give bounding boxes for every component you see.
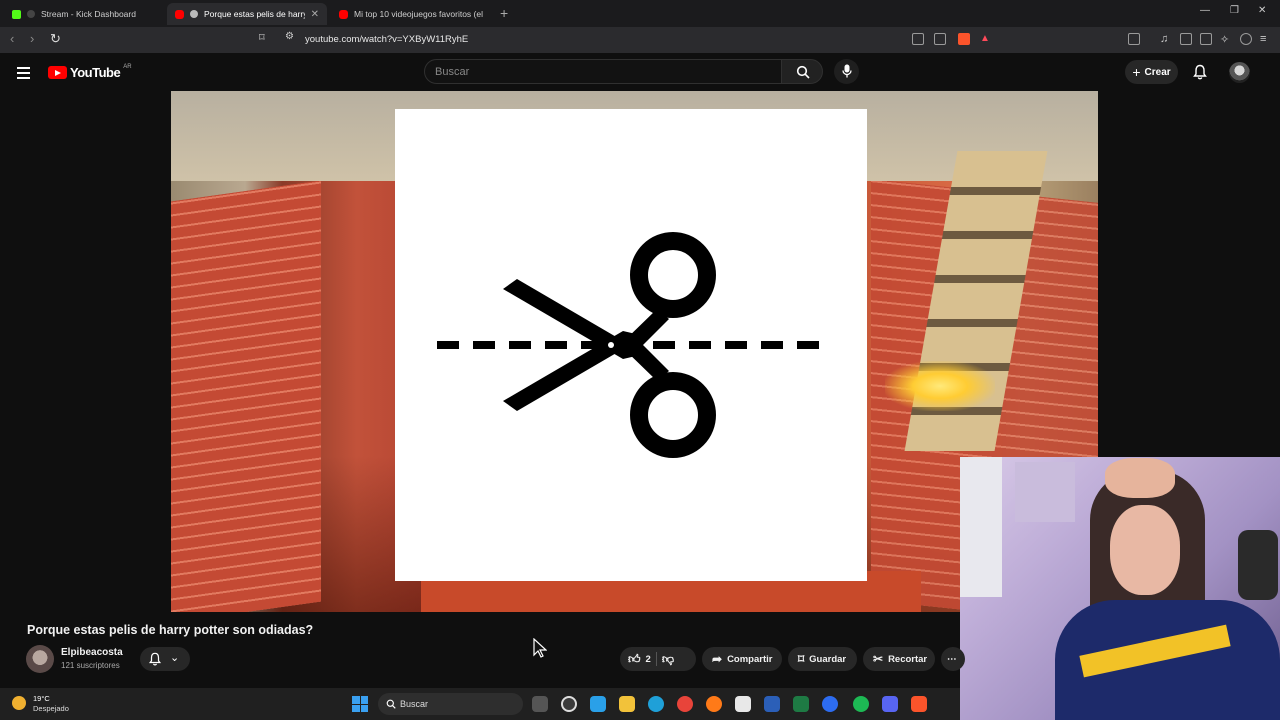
temperature: 19°C [33, 694, 50, 703]
forward-icon[interactable]: › [30, 31, 34, 46]
sidebar-icon[interactable] [1128, 33, 1140, 45]
wallet-icon[interactable] [1200, 33, 1212, 45]
menu-icon[interactable]: ≡ [1260, 33, 1272, 45]
file-explorer-icon[interactable] [619, 696, 635, 712]
create-button[interactable]: + Crear [1125, 60, 1178, 84]
clip-button[interactable]: ✂ Recortar [863, 647, 935, 671]
guide-menu-icon[interactable] [17, 67, 30, 82]
task-view-icon[interactable] [532, 696, 548, 712]
discord-icon[interactable] [882, 696, 898, 712]
spotify-icon[interactable] [853, 696, 869, 712]
taskbar-search[interactable]: Buscar [378, 693, 523, 715]
bell-icon [148, 652, 162, 666]
tab-title: Mi top 10 videojuegos favoritos (el ti [354, 9, 483, 19]
save-button[interactable]: ⌑ Guardar [788, 647, 857, 671]
reload-icon[interactable]: ↻ [50, 31, 61, 47]
scissors-cut-line-icon [437, 232, 825, 458]
cast-icon[interactable] [912, 33, 924, 45]
browser-tab-bar: Stream - Kick Dashboard Porque estas pel… [0, 0, 1280, 27]
media-icon[interactable]: ♫ [1160, 33, 1172, 45]
more-horizontal-icon: ⋯ [947, 653, 957, 665]
share-page-icon[interactable] [934, 33, 946, 45]
tab-youtube-harry-potter[interactable]: Porque estas pelis de harry p ✕ [167, 3, 327, 25]
like-divider [655, 652, 657, 666]
bookmark-icon: ⌑ [798, 652, 805, 666]
restore-icon[interactable]: ❐ [1230, 5, 1239, 16]
reading-list-icon[interactable] [1180, 33, 1192, 45]
copilot-icon[interactable] [590, 696, 606, 712]
like-button[interactable]: 👍︎ 2 [628, 652, 651, 667]
url-field[interactable]: youtube.com/watch?v=YXByW11RyhE [305, 34, 468, 45]
bookmark-icon[interactable]: ⌑ [259, 31, 265, 44]
tab-youtube-top10[interactable]: Mi top 10 videojuegos favoritos (el ti [331, 3, 491, 25]
youtube-icon [175, 9, 184, 19]
wall-poster [960, 457, 1002, 597]
channel-avatar[interactable] [26, 645, 54, 673]
word-icon[interactable] [764, 696, 780, 712]
mouse-cursor-icon [533, 638, 547, 658]
thumbs-up-icon: 👍︎ [628, 651, 641, 666]
close-tab-icon[interactable]: ✕ [311, 9, 319, 20]
chevron-down-icon: ⌄ [170, 652, 180, 664]
user-avatar[interactable] [1229, 62, 1250, 83]
search-input[interactable]: Buscar [424, 59, 782, 84]
tab-title: Stream - Kick Dashboard [41, 9, 136, 19]
excel-icon[interactable] [793, 696, 809, 712]
search-icon [796, 65, 810, 79]
tab-title: Porque estas pelis de harry p [204, 9, 305, 19]
weather-condition: Despejado [33, 704, 69, 713]
youtube-play-icon [48, 66, 67, 79]
video-title: Porque estas pelis de harry potter son o… [27, 623, 314, 637]
vpn-icon[interactable] [1240, 33, 1252, 45]
site-info-icon[interactable]: ⚙ [285, 31, 294, 42]
voice-search-button[interactable] [834, 59, 859, 84]
weather-moon-icon[interactable] [12, 696, 26, 710]
leo-ai-icon[interactable]: ✧ [1220, 33, 1232, 46]
brave-rewards-icon[interactable]: ▲ [980, 33, 992, 45]
settings-gear-icon[interactable] [561, 696, 577, 712]
brave-icon[interactable] [911, 696, 927, 712]
zoom-icon[interactable] [822, 696, 838, 712]
close-window-icon[interactable]: ✕ [1258, 5, 1266, 16]
windows-start-icon[interactable] [352, 696, 368, 712]
search-button[interactable] [781, 59, 823, 84]
subscription-notifications-button[interactable]: ⌄ [140, 647, 190, 671]
thumbs-down-icon: 👎︎ [661, 651, 675, 666]
streamer-hand [1105, 458, 1175, 498]
new-tab-icon[interactable]: + [500, 5, 508, 21]
windows-taskbar: 19°C Despejado Buscar [0, 688, 960, 720]
microsoft-store-icon[interactable] [735, 696, 751, 712]
minecraft-torch-glow [885, 361, 995, 411]
plus-icon: + [1132, 64, 1141, 80]
headset [1238, 530, 1278, 600]
microphone-icon [842, 64, 852, 78]
scissors-icon: ✂ [873, 652, 884, 666]
minimize-icon[interactable]: — [1200, 5, 1210, 16]
like-dislike-group: 👍︎ 2 👎︎ [620, 647, 696, 671]
youtube-header: YouTube AR Buscar + Crear [0, 53, 1280, 91]
share-button[interactable]: ➦ Compartir [702, 647, 782, 671]
edge-icon[interactable] [648, 696, 664, 712]
youtube-logo[interactable]: YouTube AR [48, 64, 132, 80]
tab-kick-dashboard[interactable]: Stream - Kick Dashboard [4, 3, 166, 25]
kick-icon [12, 9, 21, 19]
firefox-icon[interactable] [706, 696, 722, 712]
streamer-face [1110, 505, 1180, 595]
subscriber-count: 121 suscriptores [61, 661, 120, 670]
wall-decoration [1015, 462, 1075, 522]
back-icon[interactable]: ‹ [10, 31, 14, 46]
dislike-button[interactable]: 👎︎ [662, 652, 674, 667]
share-arrow-icon: ➦ [712, 652, 723, 666]
notifications-bell-icon[interactable] [1192, 64, 1208, 80]
channel-name[interactable]: Elpibeacosta [61, 647, 123, 658]
youtube-icon [339, 9, 348, 19]
search-icon [386, 699, 396, 709]
more-actions-button[interactable]: ⋯ [941, 647, 965, 671]
audio-playing-icon [190, 10, 198, 18]
broadcast-icon [27, 10, 35, 18]
minecraft-brick-wall-left [171, 180, 321, 612]
address-bar: ‹ › ↻ ⌑ ⚙ youtube.com/watch?v=YXByW11Ryh… [0, 27, 1280, 53]
brave-shield-icon[interactable] [958, 33, 970, 45]
chrome-icon[interactable] [677, 696, 693, 712]
